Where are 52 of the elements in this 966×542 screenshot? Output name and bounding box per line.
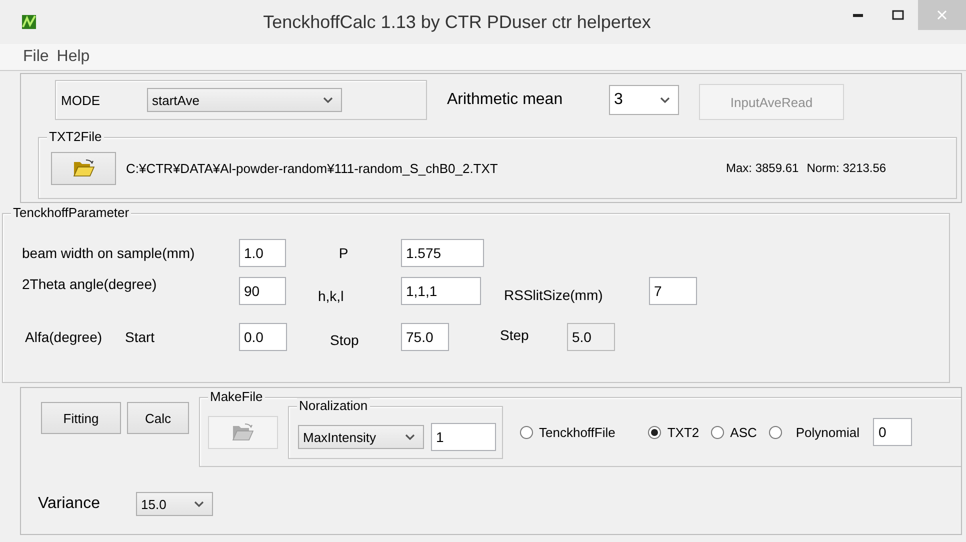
folder-icon [72,159,94,177]
radio-option[interactable]: TenckhoffFile [520,424,616,440]
caret-icon [405,434,415,440]
folder-icon [232,423,254,441]
field-label: beam width on sample(mm) [22,245,196,261]
input-field[interactable]: 0.0 [239,323,287,351]
input-field[interactable]: 1,1,1 [401,277,481,305]
caret-icon [194,500,204,508]
field-label: h,k,l [317,288,345,304]
field-label: RSSlitSize(mm) [504,287,604,303]
input-field[interactable]: 75.0 [401,323,449,351]
input-field[interactable]: 1.575 [401,239,484,267]
radio-option[interactable]: TXT2 [648,424,700,440]
input-field[interactable]: 90 [239,277,286,305]
file-path: C:¥CTR¥DATA¥Al-powder-random¥111-random_S_chB0_2.TXT [126,160,499,176]
calc-button[interactable]: Calc [127,402,189,434]
window-title: TenckhoffCalc 1.13 by CTR PDuser ctr helpertex [262,12,652,32]
norm-value: Norm: 3213.56 [806,161,886,175]
minimize-icon [853,14,863,16]
normalization-dropdown[interactable]: MaxIntensity [298,425,424,449]
field-label: Stop [329,332,360,348]
variance-label: Variance [38,495,101,513]
arithmetic-mean-dropdown[interactable]: 3 [609,85,679,115]
caret-icon [660,96,670,104]
group-title: TXT2File [47,129,104,144]
caret-icon [323,96,333,104]
input-field[interactable]: 0 [873,418,912,446]
close-icon [937,10,947,20]
field-label: Step [500,327,530,343]
mode-dropdown[interactable]: startAve [147,88,342,112]
input-field[interactable]: 7 [649,277,697,305]
radio-option[interactable]: ASC [711,424,757,440]
input-field[interactable]: 1.0 [239,239,286,267]
radio-option[interactable]: Polynomial [768,424,860,440]
field-label: Start [125,329,156,345]
menu-item[interactable]: Help [56,48,91,66]
fitting-button[interactable]: Fitting [41,402,121,434]
field-label: 2Theta angle(degree) [22,276,158,292]
app-icon [22,15,36,29]
field-label: P [338,245,350,261]
menu-item[interactable]: File [22,48,50,66]
variance-dropdown[interactable]: 15.0 [136,492,213,516]
maximize-icon [892,10,904,20]
open-file-button[interactable] [51,152,116,184]
field-label: Alfa(degree) [25,329,104,345]
arithmetic-mean-label: Arithmetic mean [447,91,564,109]
input-field[interactable]: 1 [431,423,496,451]
mode-label: MODE [61,92,101,108]
group-title: Noralization [297,398,370,412]
group-title: TenckhoffParameter [11,205,132,220]
max-value: Max: 3859.61 [726,161,799,175]
group-title: MakeFile [208,389,265,404]
